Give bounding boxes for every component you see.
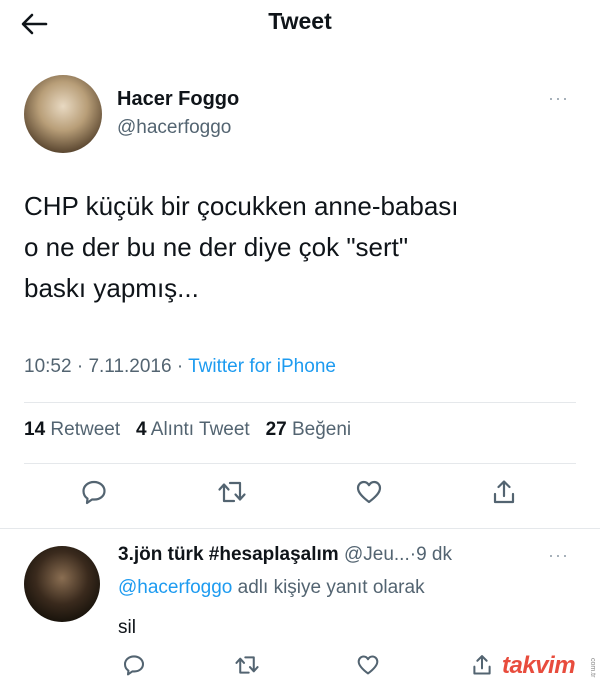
reply-like-button[interactable] [348, 645, 388, 685]
heart-icon [357, 655, 379, 675]
tweet-source-link[interactable]: Twitter for iPhone [188, 356, 336, 377]
page-title: Tweet [268, 8, 332, 34]
tweet-time: 10:52 [24, 356, 72, 377]
divider [0, 528, 600, 529]
divider [24, 463, 576, 464]
tweet-text-line: CHP küçük bir çocukken anne-babası [24, 191, 459, 221]
share-icon [493, 480, 515, 504]
author-avatar[interactable] [24, 75, 102, 153]
share-button[interactable] [484, 472, 524, 512]
retweet-button[interactable] [212, 472, 252, 512]
top-bar: Tweet [0, 0, 600, 52]
tweet-meta: 10:52 · 7.11.2016 · Twitter for iPhone [24, 356, 336, 378]
author-handle[interactable]: @hacerfoggo [117, 117, 231, 139]
quote-count-link[interactable]: 4 Alıntı Tweet [136, 419, 250, 440]
reply-to-label: adlı kişiye yanıt olarak [237, 577, 425, 598]
reply-reply-button[interactable] [114, 645, 154, 685]
tweet-date: 7.11.2016 [88, 356, 172, 377]
reply-button[interactable] [74, 472, 114, 512]
reply-header: 3.jön türk #hesaplaşalım @Jeu...·9 dk [118, 544, 452, 566]
reply-time[interactable]: 9 dk [416, 544, 452, 565]
retweet-icon [235, 656, 259, 674]
meta-separator: · [76, 356, 84, 377]
like-button[interactable] [349, 472, 389, 512]
retweet-count-link[interactable]: 14 Retweet [24, 419, 120, 440]
watermark-logo: takvim com.tr [502, 650, 598, 682]
reply-share-button[interactable] [462, 645, 502, 685]
retweet-icon [218, 481, 246, 503]
comment-icon [82, 480, 106, 505]
share-icon [473, 655, 491, 675]
reply-context: @hacerfoggo adlı kişiye yanıt olarak [118, 577, 425, 599]
tweet-text-line: baskı yapmış... [24, 273, 199, 303]
reply-author-name[interactable]: 3.jön türk #hesaplaşalım [118, 544, 339, 565]
reply-retweet-button[interactable] [227, 645, 267, 685]
heart-icon [356, 480, 382, 504]
comment-icon [123, 655, 145, 676]
watermark-text: takvim [502, 652, 576, 679]
reply-author-handle[interactable]: @Jeu... [344, 544, 410, 565]
reply-author-avatar[interactable] [24, 546, 100, 622]
meta-separator: · [176, 356, 184, 377]
divider [24, 402, 576, 403]
like-count-link[interactable]: 27 Beğeni [266, 419, 352, 440]
reply-to-mention[interactable]: @hacerfoggo [118, 577, 232, 598]
tweet-stats: 14 Retweet 4 Alıntı Tweet 27 Beğeni [24, 419, 351, 441]
watermark-domain: com.tr [589, 658, 596, 678]
reply-text: sil [118, 617, 136, 638]
author-name[interactable]: Hacer Foggo [117, 88, 239, 111]
tweet-text-line: o ne der bu ne der diye çok "sert" [24, 232, 409, 262]
reply-more-options-button[interactable]: ··· [548, 545, 578, 565]
more-options-button[interactable]: ··· [548, 88, 578, 108]
tweet-text: CHP küçük bir çocukken anne-babası o ne … [24, 186, 584, 309]
